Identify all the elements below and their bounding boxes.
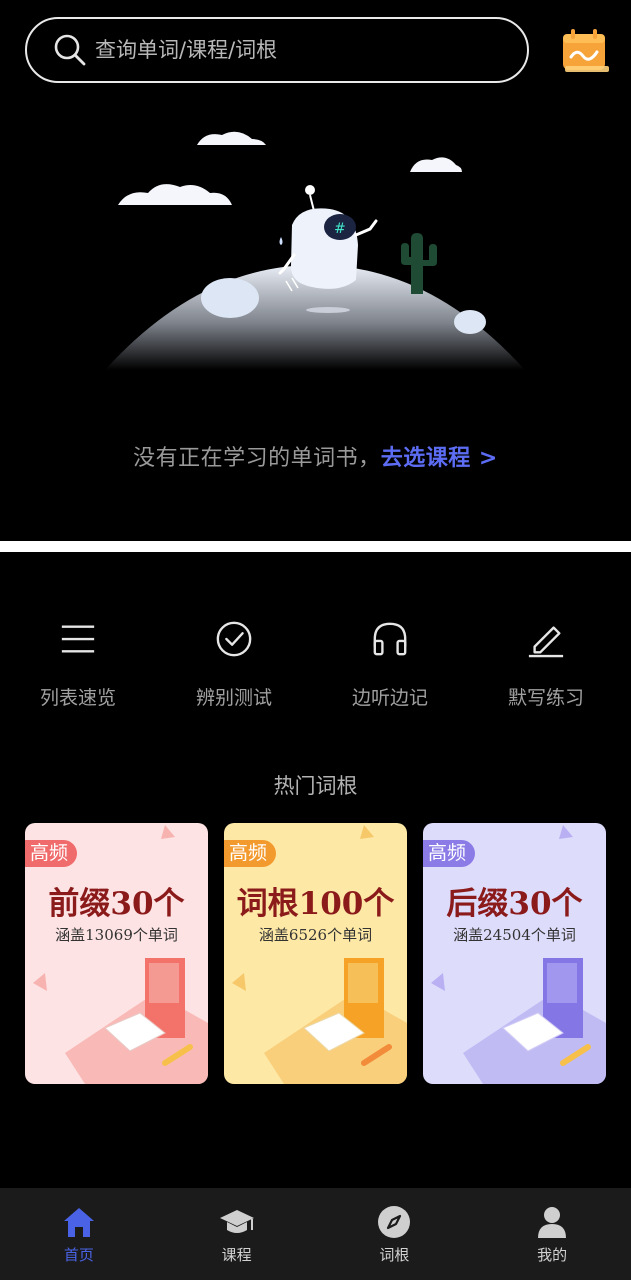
home-icon [63,1208,94,1237]
tab-label: 首页 [63,1246,94,1264]
empty-message: 没有正在学习的单词书，去选课程 > [0,440,631,472]
action-label: 辨别测试 [195,687,272,709]
user-icon [538,1207,567,1238]
tab-home[interactable]: 首页 [0,1188,158,1280]
empty-illustration: # [105,131,525,370]
card-title: 前缀30个 [48,886,185,922]
compass-icon [378,1206,411,1238]
calendar-icon[interactable] [559,26,609,74]
list-icon [61,625,95,653]
pencil-icon [528,626,564,658]
headphones-icon [373,622,407,656]
card-subtitle: 涵盖24504个单词 [453,926,576,944]
tab-courses[interactable]: 课程 [158,1188,316,1280]
quick-actions: 列表速览 辨别测试 边听边记 默写练习 [0,620,631,710]
choose-course-link[interactable]: 去选课程 > [381,446,498,471]
card-suffix[interactable]: 高频 后缀30个 涵盖24504个单词 [423,823,606,1084]
hot-roots-title: 热门词根 [273,774,358,798]
search-bar[interactable] [25,17,529,83]
card-subtitle: 涵盖6526个单词 [258,926,373,944]
card-title: 词根100个 [236,886,395,922]
action-list-preview[interactable]: 列表速览 [0,620,156,710]
action-dictation-practice[interactable]: 默写练习 [468,620,624,710]
card-prefix[interactable]: 高频 前缀30个 涵盖13069个单词 [25,823,208,1084]
tab-label: 课程 [221,1246,252,1264]
action-label: 默写练习 [507,687,584,709]
frequency-badge: 高频 [423,840,476,867]
frequency-badge: 高频 [25,840,78,867]
hot-roots-cards: 高频 前缀30个 涵盖13069个单词 高频 词根100个 涵盖6526个单词 … [25,823,607,1085]
action-discriminate-test[interactable]: 辨别测试 [156,620,312,710]
search-icon [54,34,86,66]
card-root[interactable]: 高频 词根100个 涵盖6526个单词 [224,823,407,1084]
frequency-badge: 高频 [224,840,277,867]
svg-text:#: # [334,221,346,237]
graduation-cap-icon [219,1210,254,1233]
empty-message-text: 没有正在学习的单词书， [133,446,381,471]
section-divider [0,541,631,552]
tab-me[interactable]: 我的 [473,1188,631,1280]
bottom-tab-bar: 首页 课程 词根 我的 [0,1188,631,1280]
action-listen-memorize[interactable]: 边听边记 [312,620,468,710]
tab-roots[interactable]: 词根 [316,1188,474,1280]
chevron-right-icon: > [478,446,498,471]
card-title: 后缀30个 [446,886,583,922]
check-circle-icon [216,621,252,657]
action-label: 边听边记 [351,687,428,709]
card-subtitle: 涵盖13069个单词 [55,926,178,944]
tab-label: 词根 [379,1246,410,1264]
search-input[interactable] [95,38,515,62]
tab-label: 我的 [537,1246,568,1264]
choose-course-label: 去选课程 [380,446,471,471]
action-label: 列表速览 [39,687,116,709]
